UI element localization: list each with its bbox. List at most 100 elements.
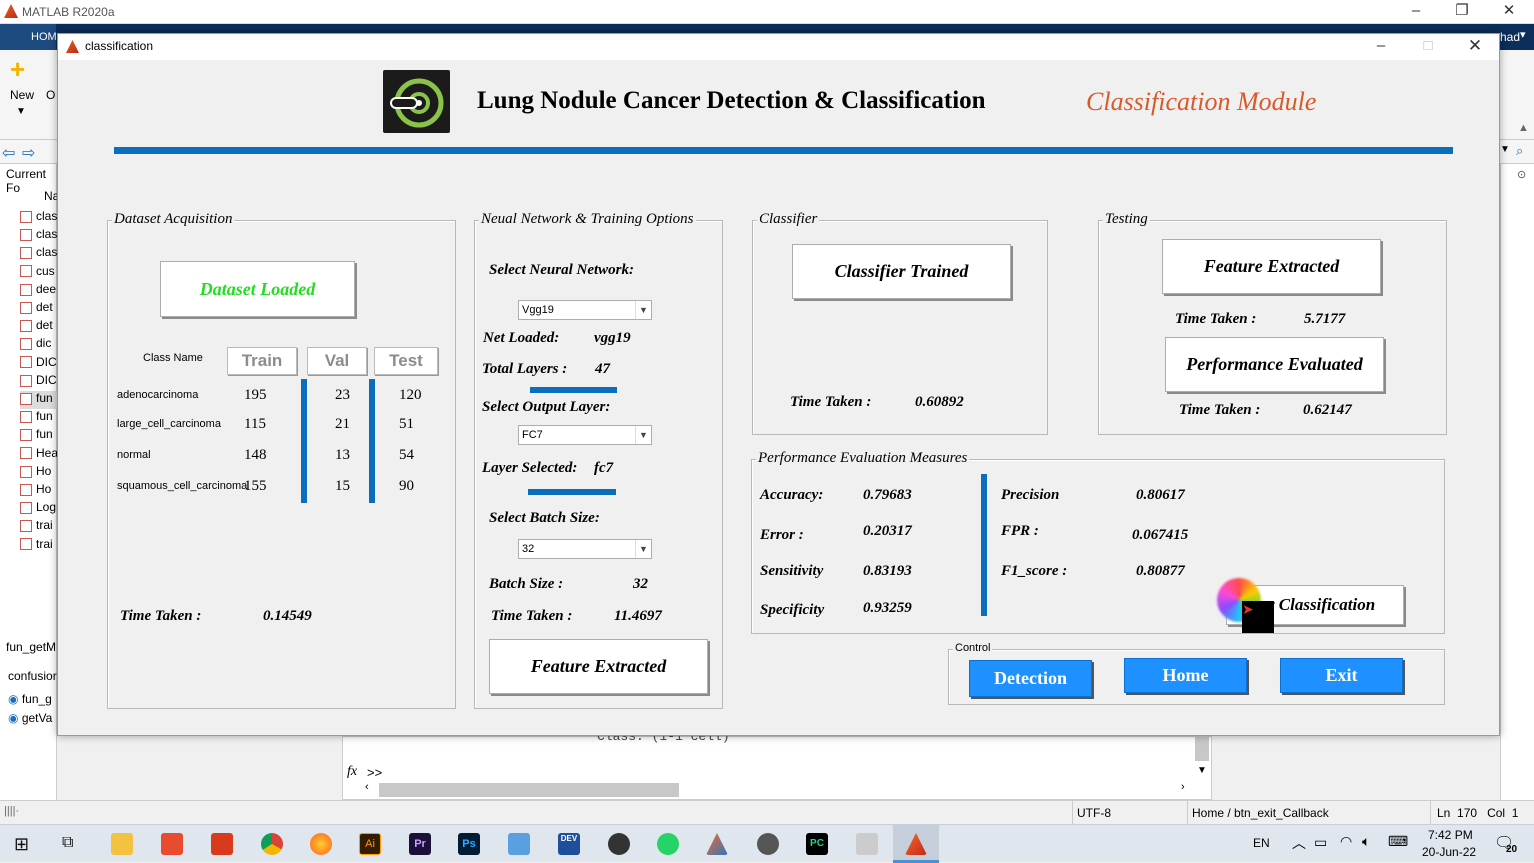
folder-file-item[interactable]: Hea: [20, 446, 60, 464]
acrobat-icon[interactable]: [211, 833, 233, 855]
address-dropdown-icon[interactable]: ▼: [1500, 144, 1510, 155]
task-view-icon[interactable]: ⧉: [62, 834, 73, 852]
folder-file-item[interactable]: dic: [20, 336, 60, 354]
battery-icon[interactable]: ▭: [1314, 834, 1327, 851]
folder-file-item[interactable]: det: [20, 318, 60, 336]
wifi-icon[interactable]: ◠: [1340, 833, 1352, 850]
folder-file-item[interactable]: trai: [20, 518, 60, 536]
network-select[interactable]: Vgg19 ▼: [518, 300, 652, 320]
dataset-loaded-button[interactable]: Dataset Loaded: [160, 261, 355, 317]
command-window[interactable]: Class: (1-1 cell) fx >> ‹ › ▼: [342, 729, 1212, 800]
output-layer-select[interactable]: FC7 ▼: [518, 425, 652, 445]
classifier-trained-button[interactable]: Classifier Trained: [792, 244, 1011, 299]
devcpp-icon[interactable]: DEV: [558, 833, 580, 855]
panel-menu-icon[interactable]: ⊙: [1517, 168, 1526, 181]
testing-group: Testing Feature Extracted Time Taken : 5…: [1098, 211, 1447, 435]
status-position: Ln 170 Col 1: [1430, 801, 1534, 825]
ws-item[interactable]: ◉ getVa: [8, 711, 52, 725]
whatsapp-icon[interactable]: [657, 833, 679, 855]
photoshop-icon[interactable]: Ps: [458, 833, 480, 855]
detection-button[interactable]: Detection: [969, 660, 1092, 697]
forward-icon[interactable]: ⇨: [22, 143, 35, 163]
precision-value: 0.80617: [1136, 487, 1185, 503]
tab-home[interactable]: HOM: [0, 24, 57, 50]
command-prompt[interactable]: >>: [367, 765, 382, 780]
word-icon[interactable]: [508, 833, 530, 855]
folder-file-item[interactable]: fun: [20, 427, 60, 445]
browser-icon[interactable]: [757, 833, 779, 855]
home-button[interactable]: Home: [1124, 658, 1247, 693]
folder-file-item[interactable]: clas: [20, 209, 60, 227]
user-dropdown-icon[interactable]: ▾: [1520, 28, 1526, 41]
testing-feature-extracted-button[interactable]: Feature Extracted: [1162, 239, 1381, 294]
keyboard-icon[interactable]: ⌨: [1388, 833, 1408, 850]
folder-file-item[interactable]: fun: [20, 409, 60, 427]
status-encoding: UTF-8: [1072, 801, 1187, 825]
back-icon[interactable]: ⇦: [2, 143, 15, 163]
file-name: Log: [36, 500, 57, 515]
new-icon[interactable]: +: [10, 56, 34, 82]
feature-extracted-button[interactable]: Feature Extracted: [489, 639, 708, 694]
firefox-icon[interactable]: [310, 833, 332, 855]
clock-date[interactable]: 20-Jun-22: [1422, 845, 1476, 859]
vertical-scrollbar[interactable]: [1195, 737, 1209, 761]
folder-file-item[interactable]: DIC: [20, 355, 60, 373]
premiere-icon[interactable]: Pr: [409, 833, 431, 855]
batch-size-select[interactable]: 32 ▼: [518, 539, 652, 559]
exit-button[interactable]: Exit: [1280, 658, 1403, 693]
folder-file-item[interactable]: DIC: [20, 373, 60, 391]
tray-chevron-up-icon[interactable]: ︿: [1292, 833, 1306, 853]
folder-file-item[interactable]: dee: [20, 282, 60, 300]
figure-title: classification: [85, 39, 154, 53]
fpr-label: FPR :: [1001, 523, 1039, 539]
horizontal-scrollbar[interactable]: [379, 783, 679, 797]
val-column-header: Val: [307, 347, 367, 375]
specificity-value: 0.93259: [863, 600, 912, 616]
test-count-cell: 54: [399, 447, 414, 463]
train-column-header: Train: [227, 347, 297, 375]
matlab-active-task[interactable]: [893, 825, 939, 863]
folder-file-item[interactable]: Ho: [20, 464, 60, 482]
new-button[interactable]: New: [10, 88, 34, 102]
matlab-taskbar-icon[interactable]: [706, 833, 728, 855]
folder-file-item[interactable]: trai: [20, 537, 60, 555]
precision-label: Precision: [1001, 487, 1060, 503]
matlab-title: MATLAB R2020a: [22, 5, 115, 19]
search-icon[interactable]: ⌕: [1516, 143, 1523, 159]
git-icon[interactable]: [161, 833, 183, 855]
folder-file-item[interactable]: clas: [20, 245, 60, 263]
folder-file-item[interactable]: Ho: [20, 482, 60, 500]
pycharm-icon[interactable]: PC: [806, 833, 828, 855]
scroll-right-icon[interactable]: ›: [1181, 781, 1185, 793]
language-indicator[interactable]: EN: [1253, 836, 1270, 850]
illustrator-icon[interactable]: Ai: [359, 833, 381, 855]
file-explorer-icon[interactable]: [111, 833, 133, 855]
folder-file-item[interactable]: det: [20, 300, 60, 318]
collapse-icon[interactable]: ▲: [1518, 122, 1529, 134]
user-menu[interactable]: had: [1500, 30, 1520, 44]
new-dropdown-icon[interactable]: ▼: [16, 106, 26, 117]
notepad-icon[interactable]: [856, 833, 878, 855]
recorder-icon[interactable]: [608, 833, 630, 855]
scroll-left-icon[interactable]: ‹: [365, 781, 369, 793]
folder-file-item[interactable]: clas: [20, 227, 60, 245]
folder-file-item[interactable]: Log: [20, 500, 60, 518]
windows-start-icon[interactable]: ⊞: [14, 834, 29, 855]
minimize-icon[interactable]: –: [1393, 0, 1439, 24]
figure-minimize-icon[interactable]: –: [1358, 35, 1404, 59]
scroll-down-icon[interactable]: ▼: [1197, 765, 1207, 776]
figure-close-icon[interactable]: ✕: [1452, 35, 1498, 59]
close-icon[interactable]: ✕: [1486, 0, 1532, 24]
performance-evaluated-button[interactable]: Performance Evaluated: [1165, 337, 1384, 392]
figure-maximize-icon[interactable]: □: [1405, 35, 1451, 59]
folder-file-item[interactable]: cus: [20, 264, 60, 282]
volume-icon[interactable]: 🔈︎: [1362, 833, 1370, 850]
ws-item[interactable]: ◉ fun_g: [8, 692, 52, 706]
chrome-icon[interactable]: [261, 833, 283, 855]
open-button[interactable]: O: [46, 88, 55, 102]
performance-group: Performance Evaluation Measures Accuracy…: [751, 450, 1445, 634]
select-output-layer-label: Select Output Layer:: [482, 399, 611, 415]
folder-file-item[interactable]: fun: [20, 391, 60, 409]
clock-time[interactable]: 7:42 PM: [1428, 828, 1473, 842]
restore-icon[interactable]: ❐: [1439, 0, 1485, 24]
